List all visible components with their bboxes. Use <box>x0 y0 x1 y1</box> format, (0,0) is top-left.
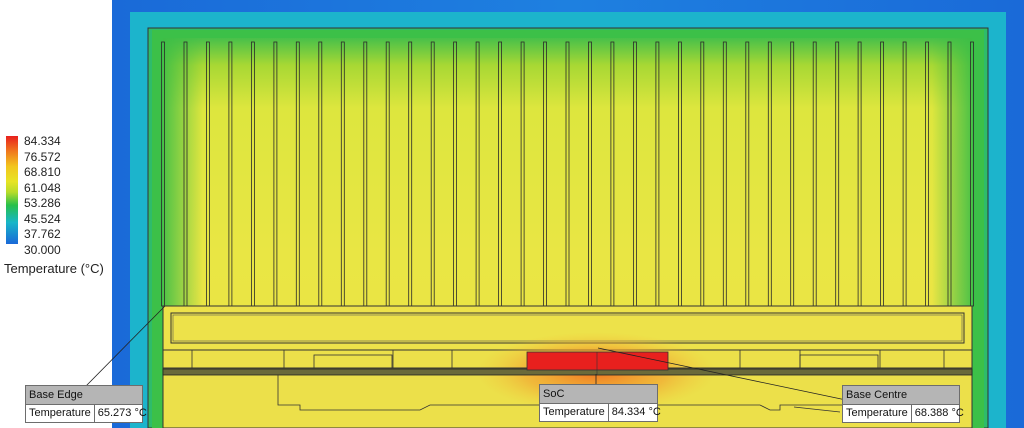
soc-chip <box>526 351 669 371</box>
legend-value: 37.762 <box>24 227 61 241</box>
legend-value: 45.524 <box>24 211 61 226</box>
probe-title: Base Edge <box>26 386 142 405</box>
legend-value: 68.810 <box>24 165 61 179</box>
probe-title: SoC <box>540 385 657 404</box>
probe-value: 65.273 °C <box>97 407 147 419</box>
probe-label: Temperature <box>540 404 609 421</box>
thermal-simulation-view <box>85 0 1024 428</box>
probe-base-edge[interactable]: Base Edge Temperature 65.273 °C <box>25 385 147 423</box>
probe-base-centre[interactable]: Base Centre Temperature 68.388 °C <box>842 385 964 423</box>
probe-value: 68.388 °C <box>914 407 964 419</box>
probe-title: Base Centre <box>843 386 959 405</box>
probe-value: 84.334 °C <box>611 406 661 418</box>
legend-color-bar <box>6 136 18 244</box>
probe-label: Temperature <box>843 405 912 422</box>
legend-labels: 84.334 76.572 68.810 61.048 53.286 45.52… <box>24 134 61 258</box>
legend-title: Temperature (°C) <box>4 261 104 276</box>
probe-label: Temperature <box>26 405 95 422</box>
legend-value: 84.334 <box>24 134 61 148</box>
probe-soc[interactable]: SoC Temperature 84.334 °C <box>539 384 661 422</box>
legend-value: 30.000 <box>24 242 61 257</box>
legend-value: 53.286 <box>24 196 61 210</box>
legend-value: 61.048 <box>24 180 61 195</box>
legend-value: 76.572 <box>24 149 61 164</box>
